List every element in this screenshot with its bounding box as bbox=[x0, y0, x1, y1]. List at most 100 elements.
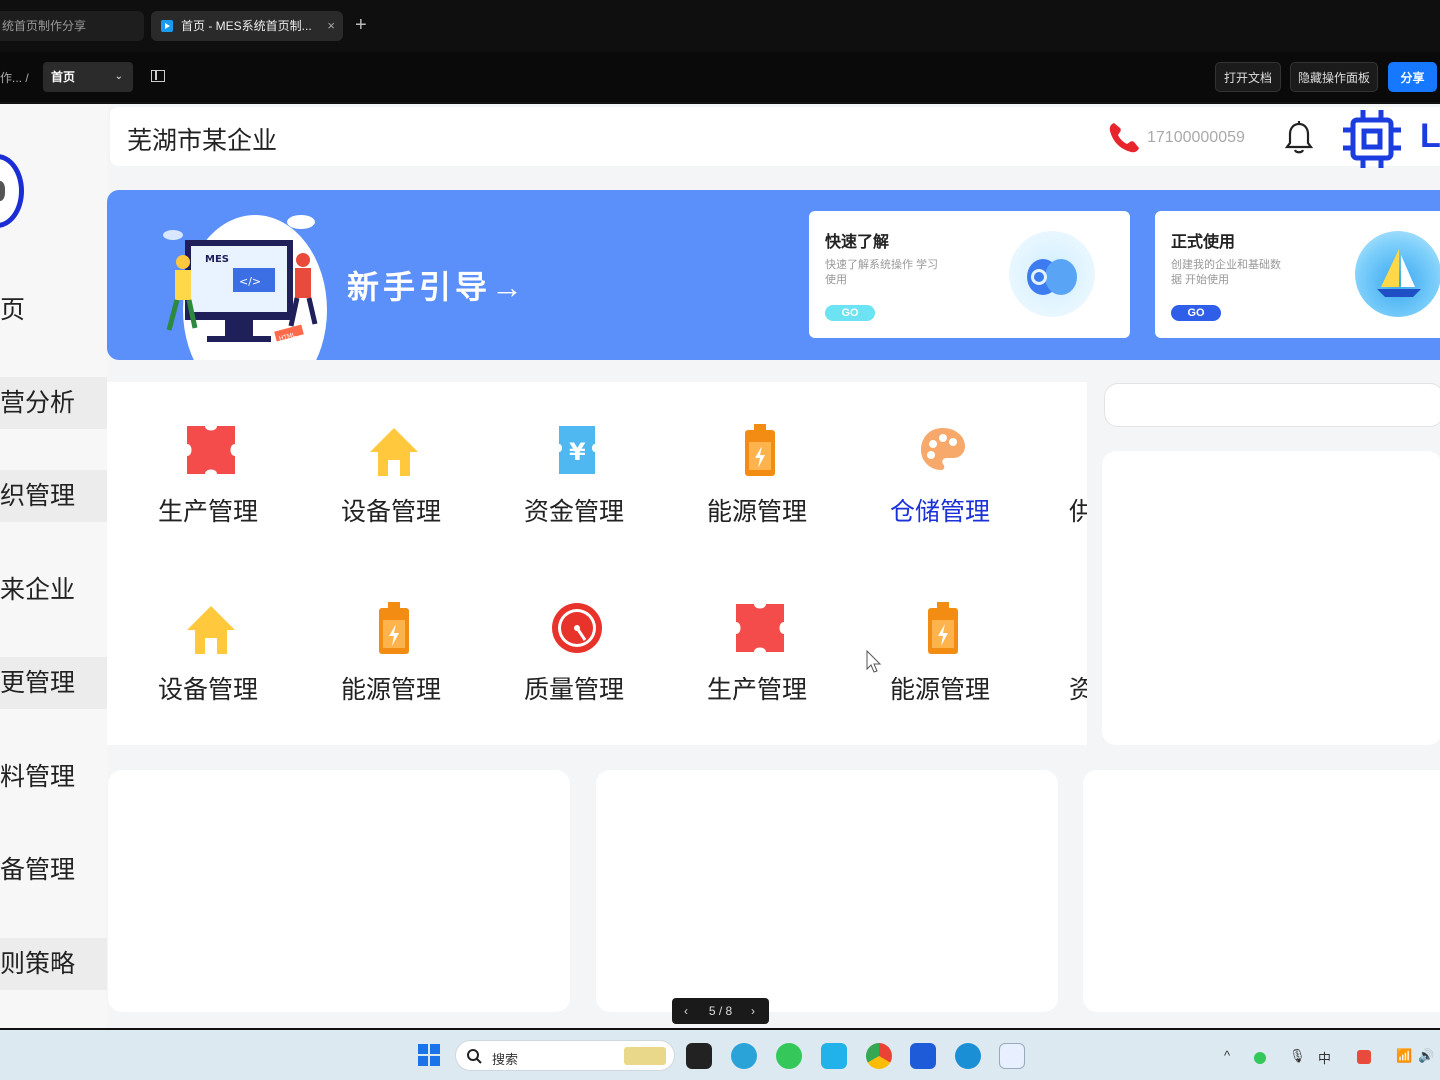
hide-panel-button[interactable]: 隐藏操作面板 bbox=[1290, 62, 1378, 92]
module-tile[interactable]: 生产管理 bbox=[133, 422, 283, 552]
guide-banner: MES </> HTML 新手引导→ 快速了解 快速了解系统操作 学习使用 GO bbox=[107, 190, 1440, 360]
module-grid: 生产管理 设备管理 ¥ 资金管理 能源管理 仓储管理 供 设备管理 能源管理 质… bbox=[107, 382, 1087, 745]
go-button[interactable]: GO bbox=[1171, 305, 1221, 321]
module-tile[interactable]: 生产管理 bbox=[682, 600, 832, 730]
card-title: 快速了解 bbox=[825, 234, 890, 251]
module-tile[interactable]: 资 bbox=[1048, 600, 1087, 730]
module-tile[interactable]: 供 bbox=[1048, 422, 1087, 552]
mail-icon[interactable] bbox=[910, 1043, 936, 1069]
phone-icon bbox=[1109, 123, 1139, 153]
search-highlight-icon bbox=[624, 1047, 666, 1065]
edge-dev-icon[interactable] bbox=[955, 1043, 981, 1069]
windows-start-icon[interactable] bbox=[417, 1043, 441, 1067]
sidebar-item[interactable]: 来企业 bbox=[0, 564, 107, 616]
ime-indicator[interactable]: 中 bbox=[1318, 1048, 1331, 1067]
chip-icon bbox=[1343, 110, 1401, 168]
sidebar: 页 营分析 织管理 来企业 更管理 料管理 备管理 则策略 bbox=[0, 104, 107, 1028]
edge-icon[interactable] bbox=[731, 1043, 757, 1069]
module-label: 能源管理 bbox=[340, 676, 441, 704]
sidebar-item[interactable]: 备管理 bbox=[0, 844, 107, 896]
new-tab-button[interactable]: + bbox=[355, 12, 367, 38]
sidebar-item[interactable]: 织管理 bbox=[0, 470, 107, 522]
module-label: 仓储管理 bbox=[889, 498, 990, 526]
next-page-button[interactable]: › bbox=[751, 998, 755, 1024]
wifi-icon[interactable]: 📶 bbox=[1396, 1048, 1412, 1064]
quick-start-card[interactable]: 快速了解 快速了解系统操作 学习使用 GO bbox=[809, 211, 1130, 338]
module-tile[interactable]: ¥ 资金管理 bbox=[499, 422, 649, 552]
illustration-code: </> bbox=[239, 275, 261, 288]
module-label: 能源管理 bbox=[889, 676, 990, 704]
search-input[interactable] bbox=[1104, 383, 1440, 427]
browser-tab[interactable]: 统首页制作分享 bbox=[0, 11, 144, 41]
module-label: 供 bbox=[1069, 498, 1087, 526]
battery-icon bbox=[379, 602, 409, 654]
content-card bbox=[1083, 770, 1440, 1012]
card-desc: 快速了解系统操作 学习使用 bbox=[825, 259, 939, 286]
phone-number: 17100000059 bbox=[1147, 129, 1245, 146]
taskbar-search-placeholder: 搜索 bbox=[492, 1052, 519, 1067]
wechat-tray-icon[interactable] bbox=[1254, 1052, 1266, 1064]
module-tile[interactable]: 能源管理 bbox=[682, 422, 832, 552]
side-panel bbox=[1102, 451, 1440, 745]
microphone-icon[interactable]: 🎙 bbox=[1289, 1048, 1306, 1064]
binoculars-icon bbox=[1009, 231, 1095, 317]
slide-pager: ‹ 5 / 8 › bbox=[672, 998, 769, 1024]
go-button[interactable]: GO bbox=[825, 305, 875, 321]
module-label: 资金管理 bbox=[523, 498, 624, 526]
content-card bbox=[596, 770, 1058, 1012]
formal-use-card[interactable]: 正式使用 创建我的企业和基础数据 开始使用 GO bbox=[1155, 211, 1440, 338]
module-tile[interactable]: 能源管理 bbox=[316, 600, 466, 730]
task-view-icon[interactable] bbox=[686, 1043, 712, 1069]
palette-icon bbox=[921, 428, 965, 470]
brand-logo-text: L bbox=[1420, 117, 1440, 155]
sidebar-item[interactable]: 更管理 bbox=[0, 657, 107, 709]
sogou-icon[interactable] bbox=[1357, 1050, 1371, 1064]
module-tile[interactable]: 设备管理 bbox=[133, 600, 283, 730]
module-tile[interactable]: 质量管理 bbox=[499, 600, 649, 730]
company-name: 芜湖市某企业 bbox=[127, 127, 278, 155]
module-tile[interactable]: 仓储管理 bbox=[865, 422, 1015, 552]
share-button[interactable]: 分享 bbox=[1388, 62, 1437, 92]
volume-icon[interactable]: 🔊 bbox=[1418, 1048, 1434, 1064]
svg-text:¥: ¥ bbox=[569, 438, 586, 466]
gauge-icon bbox=[552, 603, 602, 653]
content-card bbox=[108, 770, 570, 1012]
app-icon-active[interactable] bbox=[999, 1043, 1025, 1069]
breadcrumb[interactable]: 作... / bbox=[0, 69, 29, 86]
module-tile[interactable]: 设备管理 bbox=[316, 422, 466, 552]
onboarding-illustration: MES </> HTML bbox=[163, 215, 327, 360]
guide-title[interactable]: 新手引导→ bbox=[347, 262, 527, 308]
taskbar-search-input[interactable]: 搜索 bbox=[455, 1040, 675, 1071]
sidebar-toggle-icon[interactable] bbox=[151, 70, 165, 82]
open-doc-button[interactable]: 打开文档 bbox=[1215, 62, 1281, 92]
avatar[interactable] bbox=[0, 154, 24, 228]
sidebar-item[interactable]: 则策略 bbox=[0, 938, 107, 990]
wechat-icon[interactable] bbox=[776, 1043, 802, 1069]
bell-icon[interactable] bbox=[1283, 120, 1315, 156]
card-desc: 创建我的企业和基础数据 开始使用 bbox=[1171, 259, 1281, 286]
tray-expand-icon[interactable]: ^ bbox=[1224, 1048, 1230, 1063]
tab-label: 统首页制作分享 bbox=[2, 19, 87, 33]
page-select[interactable]: 首页 ⌄ bbox=[43, 62, 133, 92]
sidebar-item[interactable]: 页 bbox=[0, 284, 107, 336]
close-icon[interactable]: × bbox=[327, 11, 335, 41]
page-canvas: 页 营分析 织管理 来企业 更管理 料管理 备管理 则策略 芜湖市某企业 171… bbox=[0, 104, 1440, 1028]
module-label: 设备管理 bbox=[157, 676, 258, 704]
sailboat-icon bbox=[1355, 231, 1440, 317]
battery-icon bbox=[745, 424, 775, 476]
chrome-icon[interactable] bbox=[866, 1043, 892, 1069]
sidebar-item[interactable]: 料管理 bbox=[0, 751, 107, 803]
tab-label: 首页 - MES系统首页制... bbox=[181, 19, 312, 33]
chevron-down-icon: ⌄ bbox=[114, 71, 123, 82]
sidebar-item[interactable]: 营分析 bbox=[0, 377, 107, 429]
page-indicator: 5 / 8 bbox=[708, 1004, 733, 1018]
media-player-icon[interactable] bbox=[821, 1043, 847, 1069]
illustration-label: MES bbox=[205, 254, 229, 265]
prev-page-button[interactable]: ‹ bbox=[684, 998, 688, 1024]
puzzle-icon bbox=[187, 426, 235, 474]
module-label: 生产管理 bbox=[706, 676, 807, 704]
battery-icon bbox=[928, 602, 958, 654]
browser-tab-active[interactable]: 首页 - MES系统首页制... × bbox=[151, 11, 343, 41]
module-label: 设备管理 bbox=[340, 498, 441, 526]
module-tile[interactable]: 能源管理 bbox=[865, 600, 1015, 730]
